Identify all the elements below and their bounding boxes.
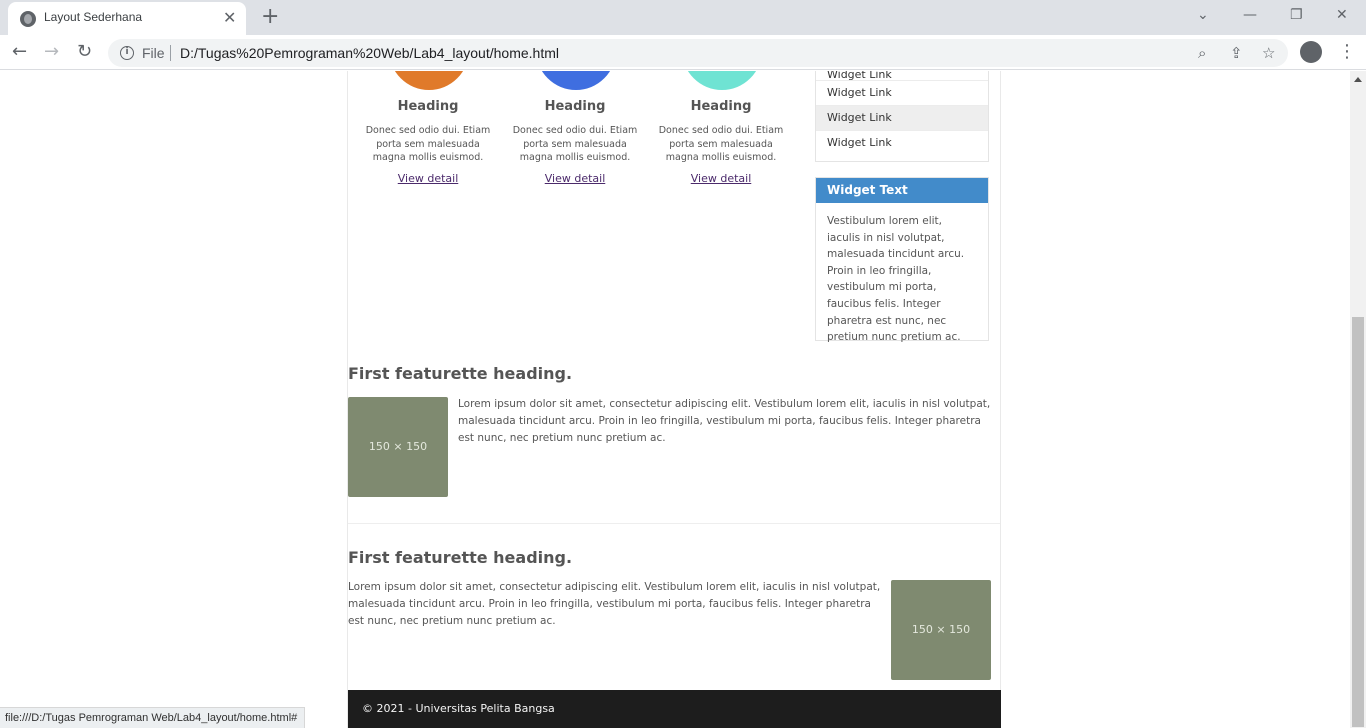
globe-icon — [20, 11, 36, 27]
tab-strip: Layout Sederhana ✕ + ⌄ — ❐ ✕ — [0, 0, 1366, 35]
browser-toolbar: ← → ↻ i File D:/Tugas%20Pemrograman%20We… — [0, 35, 1366, 70]
bookmark-star-icon[interactable]: ☆ — [1262, 44, 1275, 62]
minimize-icon[interactable]: — — [1243, 7, 1257, 23]
circle-image-teal — [682, 71, 762, 90]
share-icon[interactable]: ⇪ — [1230, 44, 1243, 62]
widget-link[interactable]: Widget Link — [816, 130, 988, 155]
profile-avatar-icon[interactable] — [1300, 41, 1322, 63]
page-viewport: Heading Donec sed odio dui. Etiam porta … — [0, 71, 1350, 728]
back-icon[interactable]: ← — [12, 41, 27, 62]
vertical-scrollbar[interactable] — [1350, 71, 1366, 728]
forward-icon[interactable]: → — [44, 41, 59, 62]
scroll-up-arrow-icon[interactable] — [1354, 77, 1362, 82]
circle-image-blue — [536, 71, 616, 90]
new-tab-icon[interactable]: + — [261, 4, 279, 29]
url-separator — [170, 45, 171, 61]
address-bar[interactable]: i File D:/Tugas%20Pemrograman%20Web/Lab4… — [108, 39, 1288, 67]
featurette-text: Lorem ipsum dolor sit amet, consectetur … — [458, 398, 991, 444]
featurette-divider — [348, 523, 1000, 524]
widget-text-body: Vestibulum lorem elit, iaculis in nisl v… — [827, 215, 965, 344]
info-icon[interactable]: i — [120, 46, 134, 60]
status-bar-url: file:///D:/Tugas Pemrograman Web/Lab4_la… — [0, 707, 306, 728]
widget-link-hovered[interactable]: Widget Link — [816, 105, 988, 130]
zoom-icon[interactable]: ⌕ — [1198, 44, 1206, 62]
url-scheme-label: File — [142, 45, 165, 61]
tab-layout-sederhana[interactable]: Layout Sederhana ✕ — [8, 2, 246, 35]
reload-icon[interactable]: ↻ — [77, 41, 92, 62]
widget-text-panel: Widget Text Vestibulum lorem elit, iacul… — [815, 177, 989, 343]
column-text: Donec sed odio dui. Etiam porta sem male… — [512, 125, 638, 163]
tab-close-icon[interactable]: ✕ — [223, 8, 236, 27]
circle-image-orange — [389, 71, 469, 90]
url-text[interactable]: D:/Tugas%20Pemrograman%20Web/Lab4_layout… — [180, 45, 559, 61]
column-text: Donec sed odio dui. Etiam porta sem male… — [365, 125, 491, 163]
page-container: Heading Donec sed odio dui. Etiam porta … — [347, 71, 1001, 728]
tab-title: Layout Sederhana — [44, 10, 143, 24]
column-heading: Heading — [690, 99, 752, 114]
featurette-heading: First featurette heading. — [348, 548, 573, 567]
scroll-thumb[interactable] — [1352, 317, 1364, 727]
featurette-text: Lorem ipsum dolor sit amet, consectetur … — [348, 581, 881, 627]
page-footer: © 2021 - Universitas Pelita Bangsa — [348, 690, 1001, 728]
view-detail-link[interactable]: View detail — [507, 172, 643, 185]
restore-icon[interactable]: ❐ — [1290, 7, 1303, 23]
featurette-heading: First featurette heading. — [348, 364, 573, 383]
placeholder-image: 150 × 150 — [891, 580, 991, 680]
view-detail-link[interactable]: View detail — [653, 172, 789, 185]
placeholder-image: 150 × 150 — [348, 397, 448, 497]
widget-text-title: Widget Text — [816, 178, 988, 203]
close-window-icon[interactable]: ✕ — [1336, 7, 1348, 23]
column-text: Donec sed odio dui. Etiam porta sem male… — [658, 125, 784, 163]
menu-icon[interactable]: ⋮ — [1338, 41, 1356, 62]
column-heading: Heading — [544, 99, 606, 114]
column-heading: Heading — [397, 99, 459, 114]
tab-search-icon[interactable]: ⌄ — [1197, 7, 1209, 23]
widget-links-list: Widget Link Widget Link Widget Link Widg… — [815, 71, 989, 162]
widget-link[interactable]: Widget Link — [816, 80, 988, 105]
view-detail-link[interactable]: View detail — [360, 172, 496, 185]
